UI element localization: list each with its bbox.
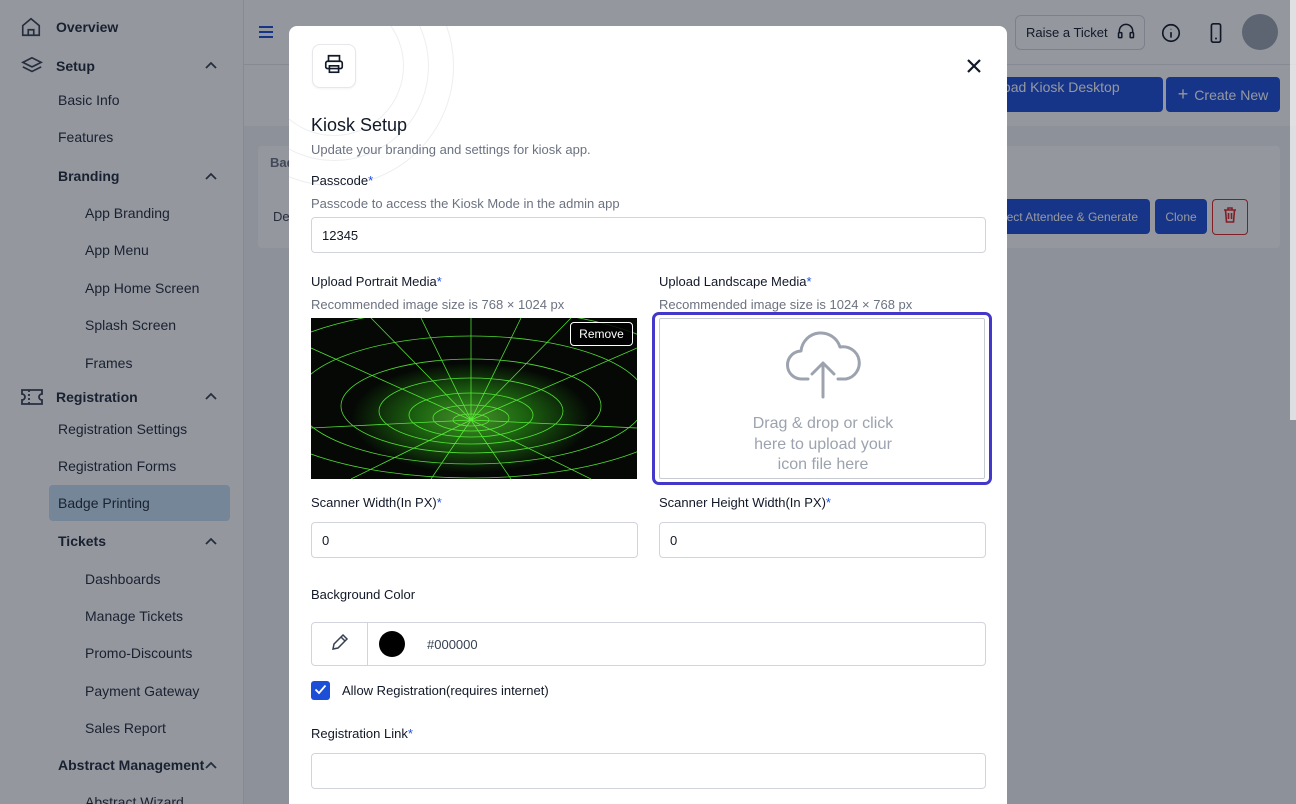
registration-link-input[interactable] [311, 753, 986, 789]
scanner-height-label: Scanner Height Width(In PX)* [659, 495, 831, 510]
color-picker-button[interactable] [312, 623, 368, 665]
passcode-label: Passcode* [311, 173, 374, 188]
scanner-width-input[interactable]: 0 [311, 522, 638, 558]
check-icon [314, 682, 327, 700]
landscape-media-label: Upload Landscape Media* [659, 274, 812, 289]
landscape-upload-dropzone[interactable]: Drag & drop or click here to upload your… [659, 318, 985, 479]
close-button[interactable] [962, 56, 986, 80]
color-swatch [379, 631, 405, 657]
scanner-height-input[interactable]: 0 [659, 522, 986, 558]
landscape-media-hint: Recommended image size is 1024 × 768 px [659, 297, 913, 312]
modal-title: Kiosk Setup [311, 115, 408, 135]
passcode-input[interactable]: 12345 [311, 217, 986, 253]
modal-header-icon [312, 44, 356, 88]
background-color-field[interactable]: #000000 [311, 622, 986, 666]
dropzone-text: Drag & drop or click here to upload your… [752, 415, 894, 473]
scanner-width-label: Scanner Width(In PX)* [311, 495, 442, 510]
registration-link-label: Registration Link* [311, 726, 413, 741]
remove-portrait-button[interactable]: Remove [570, 322, 633, 346]
allow-registration-label: Allow Registration(requires internet) [342, 683, 549, 698]
printer-icon [323, 53, 345, 80]
portrait-media-hint: Recommended image size is 768 × 1024 px [311, 297, 565, 312]
portrait-media-label: Upload Portrait Media* [311, 274, 442, 289]
passcode-hint: Passcode to access the Kiosk Mode in the… [311, 196, 620, 211]
allow-registration-checkbox[interactable] [311, 681, 330, 700]
kiosk-setup-modal: Kiosk Setup Update your branding and set… [289, 26, 1007, 804]
modal-subtitle: Update your branding and settings for ki… [311, 142, 591, 157]
color-hex-value[interactable]: #000000 [427, 637, 478, 652]
background-color-label: Background Color [311, 587, 416, 602]
page-scrollbar[interactable] [1290, 0, 1296, 420]
eyedropper-icon [331, 633, 349, 656]
cloud-upload-icon [784, 327, 862, 404]
close-icon [966, 58, 982, 79]
